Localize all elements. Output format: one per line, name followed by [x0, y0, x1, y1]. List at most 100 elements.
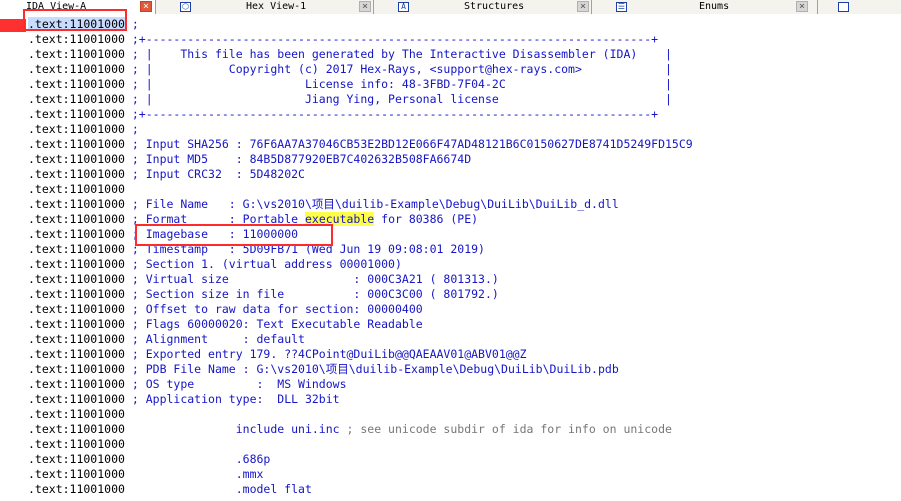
tab-overflow[interactable]: [818, 0, 901, 14]
comment: ; | This file has been generated by The …: [131, 47, 672, 61]
tab-enums[interactable]: ☰ Enums ×: [592, 0, 818, 14]
listing-line[interactable]: .text:11001000 ;+-----------------------…: [28, 107, 658, 122]
comment: ; | Jiang Ying, Personal license |: [131, 92, 672, 106]
comment: ; Format : Portable: [131, 212, 305, 226]
comment: ; | License info: 48-3FBD-7F04-2C |: [131, 77, 672, 91]
tab-ida-view-a[interactable]: IDA View-A ×: [0, 0, 156, 14]
address: .text:11001000: [28, 467, 125, 481]
comment: ; OS type : MS Windows: [131, 377, 347, 391]
address: .text:11001000: [28, 17, 125, 31]
comment: ; Imagebase : 11000000: [131, 227, 299, 241]
tab-label: Structures: [464, 1, 525, 12]
address: .text:11001000: [28, 317, 125, 331]
comment: ;: [131, 17, 139, 31]
listing-line[interactable]: .text:11001000 ; PDB File Name : G:\vs20…: [28, 362, 619, 377]
comment: ; Alignment : default: [131, 332, 305, 346]
address: .text:11001000: [28, 77, 125, 91]
tab-label: Enums: [699, 1, 730, 12]
asm-directive: .model flat: [235, 482, 312, 496]
address: .text:11001000: [28, 92, 125, 106]
listing-line[interactable]: .text:11001000 ; | License info: 48-3FBD…: [28, 77, 672, 92]
listing-line[interactable]: .text:11001000 ;+-----------------------…: [28, 32, 658, 47]
imports-icon: [838, 2, 849, 12]
listing-line[interactable]: .text:11001000 ; | This file has been ge…: [28, 47, 672, 62]
comment: ; Virtual size : 000C3A21 ( 801313.): [131, 272, 499, 286]
listing-line[interactable]: .text:11001000 ; Alignment : default: [28, 332, 305, 347]
tab-hex-view-1[interactable]: ⬡ Hex View-1 ×: [156, 0, 374, 14]
listing-line[interactable]: .text:11001000 ; | Jiang Ying, Personal …: [28, 92, 672, 107]
close-icon[interactable]: ×: [577, 1, 589, 12]
address: .text:11001000: [28, 332, 125, 346]
comment: ; Exported entry 179. ??4CPoint@DuiLib@@…: [131, 347, 527, 361]
listing-line[interactable]: .text:11001000 ; Input CRC32 : 5D48202C: [28, 167, 305, 182]
listing-line[interactable]: .text:11001000 .686p: [28, 452, 270, 467]
address: .text:11001000: [28, 452, 125, 466]
listing-line[interactable]: .text:11001000 ; Virtual size : 000C3A21…: [28, 272, 499, 287]
listing-line[interactable]: .text:11001000 ; Section size in file : …: [28, 287, 499, 302]
address: .text:11001000: [28, 182, 125, 196]
comment: ; PDB File Name : G:\vs2010\项目\duilib-Ex…: [131, 362, 619, 376]
listing-line[interactable]: .text:11001000: [28, 407, 125, 422]
comment: ; Section 1. (virtual address 00001000): [131, 257, 402, 271]
address: .text:11001000: [28, 482, 125, 496]
tab-structures[interactable]: A Structures ×: [374, 0, 592, 14]
tab-label: IDA View-A: [26, 1, 87, 12]
listing-line[interactable]: .text:11001000 ; Input MD5 : 84B5D877920…: [28, 152, 471, 167]
comment: ; Timestamp : 5D09FB71 (Wed Jun 19 09:08…: [131, 242, 485, 256]
listing-line[interactable]: .text:11001000 ;: [28, 17, 139, 32]
listing-line[interactable]: .text:11001000 ; Input SHA256 : 76F6AA7A…: [28, 137, 693, 152]
address: .text:11001000: [28, 197, 125, 211]
address: .text:11001000: [28, 32, 125, 46]
address: .text:11001000: [28, 257, 125, 271]
tab-label: Hex View-1: [246, 1, 307, 12]
disassembly-listing[interactable]: .text:11001000 ; .text:11001000 ;+------…: [0, 9, 901, 501]
close-icon[interactable]: ×: [359, 1, 371, 12]
asm-directive: .686p: [235, 452, 271, 466]
comment: for 80386 (PE): [374, 212, 479, 226]
address: .text:11001000: [28, 122, 125, 136]
comment: ;+--------------------------------------…: [131, 107, 659, 121]
listing-line[interactable]: .text:11001000 ; Timestamp : 5D09FB71 (W…: [28, 242, 485, 257]
listing-line[interactable]: .text:11001000 ; Application type: DLL 3…: [28, 392, 340, 407]
asm-directive: include uni.inc: [235, 422, 340, 436]
address: .text:11001000: [28, 392, 125, 406]
address: .text:11001000: [28, 302, 125, 316]
comment: ; Offset to raw data for section: 000004…: [131, 302, 423, 316]
listing-line[interactable]: .text:11001000 ; Offset to raw data for …: [28, 302, 423, 317]
tab-bar: IDA View-A × ⬡ Hex View-1 × A Structures…: [0, 0, 901, 14]
comment: ; File Name : G:\vs2010\项目\duilib-Exampl…: [131, 197, 619, 211]
annotation-marker: [0, 19, 26, 32]
address: .text:11001000: [28, 437, 125, 451]
listing-line[interactable]: .text:11001000 ; | Copyright (c) 2017 He…: [28, 62, 672, 77]
close-icon[interactable]: ×: [140, 1, 152, 12]
listing-line[interactable]: .text:11001000: [28, 437, 125, 452]
listing-line[interactable]: .text:11001000 .mmx: [28, 467, 263, 482]
listing-line[interactable]: .text:11001000 .model flat: [28, 482, 312, 497]
listing-line[interactable]: .text:11001000 include uni.inc ; see uni…: [28, 422, 672, 437]
comment: ; Flags 60000020: Text Executable Readab…: [131, 317, 423, 331]
address: .text:11001000: [28, 287, 125, 301]
listing-line[interactable]: .text:11001000: [28, 182, 125, 197]
address: .text:11001000: [28, 242, 125, 256]
address: .text:11001000: [28, 227, 125, 241]
listing-line[interactable]: .text:11001000 ; Format : Portable execu…: [28, 212, 478, 227]
listing-line[interactable]: .text:11001000 ; Exported entry 179. ??4…: [28, 347, 527, 362]
address: .text:11001000: [28, 422, 125, 436]
close-icon[interactable]: ×: [796, 1, 808, 12]
arrow-margin: [0, 14, 27, 501]
listing-line[interactable]: .text:11001000 ; Imagebase : 11000000: [28, 227, 298, 242]
comment: ; Input CRC32 : 5D48202C: [131, 167, 305, 181]
address: .text:11001000: [28, 407, 125, 421]
listing-line[interactable]: .text:11001000 ; OS type : MS Windows: [28, 377, 347, 392]
listing-line[interactable]: .text:11001000 ;: [28, 122, 139, 137]
enums-icon: ☰: [616, 2, 627, 12]
address: .text:11001000: [28, 107, 125, 121]
listing-line[interactable]: .text:11001000 ; File Name : G:\vs2010\项…: [28, 197, 619, 212]
search-highlight: executable: [304, 212, 375, 226]
listing-line[interactable]: .text:11001000 ; Flags 60000020: Text Ex…: [28, 317, 423, 332]
address: .text:11001000: [28, 152, 125, 166]
comment: ; Input MD5 : 84B5D877920EB7C402632B508F…: [131, 152, 472, 166]
listing-line[interactable]: .text:11001000 ; Section 1. (virtual add…: [28, 257, 402, 272]
hex-view-icon: ⬡: [180, 2, 191, 12]
address: .text:11001000: [28, 362, 125, 376]
